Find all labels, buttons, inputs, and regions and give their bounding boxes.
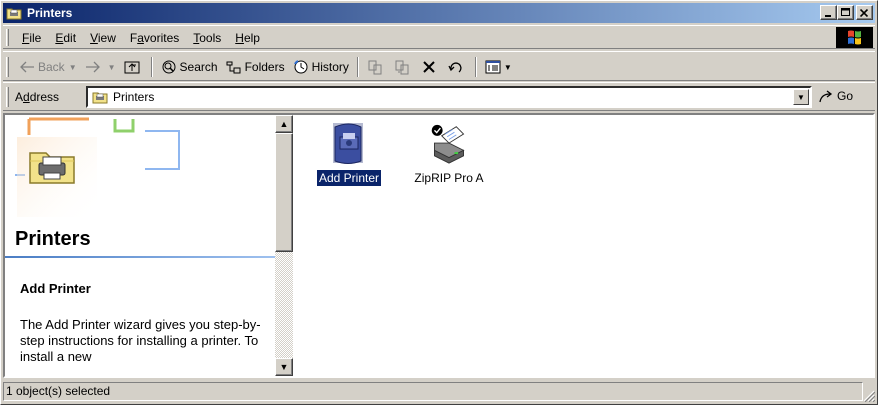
maximize-button[interactable] <box>837 5 854 20</box>
menu-file[interactable]: File <box>15 30 48 46</box>
back-button[interactable]: Back ▼ <box>15 56 81 78</box>
pane-title-rule <box>5 256 275 258</box>
caption-buttons <box>820 5 873 20</box>
maximize-icon <box>838 6 853 19</box>
item-ziprip-pro-a[interactable]: ZipRIP Pro A <box>403 121 495 186</box>
scroll-down-button[interactable]: ▼ <box>275 358 293 376</box>
menu-favorites[interactable]: Favorites <box>123 30 186 46</box>
move-to-icon <box>367 59 383 75</box>
item-add-printer[interactable]: Add Printer <box>303 121 395 187</box>
back-dropdown-icon[interactable]: ▼ <box>69 63 77 72</box>
title-bar[interactable]: Printers <box>3 3 875 23</box>
printers-folder-icon <box>6 5 22 21</box>
scroll-down-icon: ▼ <box>279 362 289 372</box>
search-button[interactable]: Search <box>157 56 222 78</box>
printer-icon <box>429 121 469 167</box>
addressbar-grip[interactable] <box>6 87 9 107</box>
menu-items: File Edit View Favorites Tools Help <box>15 30 267 46</box>
address-dropdown-button[interactable]: ▼ <box>793 89 809 105</box>
back-label: Back <box>38 60 65 74</box>
go-label: Go <box>837 89 854 103</box>
address-bar: Address Printers ▼ Go <box>3 82 875 111</box>
undo-icon <box>448 59 464 75</box>
status-text: 1 object(s) selected <box>3 382 863 401</box>
scroll-up-button[interactable]: ▲ <box>275 115 293 133</box>
up-folder-icon <box>124 59 140 75</box>
search-label: Search <box>179 60 218 74</box>
folder-items-view[interactable]: Add Printer ZipRIP Pro A <box>295 115 873 376</box>
go-button[interactable]: Go <box>818 88 853 104</box>
menu-help[interactable]: Help <box>228 30 267 46</box>
menu-edit[interactable]: Edit <box>48 30 83 46</box>
status-bar: 1 object(s) selected <box>3 380 876 403</box>
undo-button[interactable] <box>444 56 471 78</box>
toolbar-separator <box>356 57 359 77</box>
delete-icon <box>421 59 437 75</box>
history-button[interactable]: History <box>289 56 353 78</box>
content-area: Printers Add Printer The Add Printer wiz… <box>3 113 875 378</box>
up-folder-button[interactable] <box>120 56 147 78</box>
close-icon <box>857 6 872 19</box>
scroll-up-icon: ▲ <box>279 119 289 129</box>
minimize-icon <box>821 6 836 19</box>
scroll-thumb[interactable] <box>275 133 293 252</box>
history-label: History <box>311 60 349 74</box>
forward-button[interactable]: ▼ <box>81 56 120 78</box>
folders-label: Folders <box>244 60 285 74</box>
pane-vertical-scrollbar[interactable]: ▲ ▼ <box>275 115 293 376</box>
folders-icon <box>226 59 242 75</box>
printers-folder-large-icon <box>27 141 77 190</box>
selection-description: The Add Printer wizard gives you step-by… <box>20 317 261 364</box>
copy-to-button[interactable] <box>390 56 417 78</box>
item-label: Add Printer <box>315 169 383 187</box>
search-icon <box>161 59 177 75</box>
menu-view[interactable]: View <box>83 30 123 46</box>
standard-toolbar: Back ▼ ▼ Search Folders History ▼ <box>3 51 875 81</box>
forward-arrow-icon <box>85 59 101 75</box>
views-button[interactable]: ▼ <box>481 56 516 78</box>
toolbar-grip[interactable] <box>6 57 9 77</box>
windows-logo-icon <box>836 27 873 48</box>
explorer-window: Printers File Edit View Favorites Tools … <box>0 0 878 405</box>
chevron-down-icon: ▼ <box>797 92 805 102</box>
web-view-pane: Printers Add Printer The Add Printer wiz… <box>5 115 275 376</box>
item-label: ZipRIP Pro A <box>414 171 484 185</box>
address-label: Address <box>15 90 60 104</box>
minimize-button[interactable] <box>820 5 837 20</box>
forward-dropdown-icon[interactable]: ▼ <box>108 63 116 72</box>
folders-button[interactable]: Folders <box>222 56 289 78</box>
history-icon <box>293 59 309 75</box>
close-button[interactable] <box>856 5 873 20</box>
toolbar-separator <box>474 57 477 77</box>
printers-folder-icon <box>92 89 108 105</box>
back-arrow-icon <box>19 59 35 75</box>
views-icon <box>485 59 501 75</box>
menu-tools[interactable]: Tools <box>186 30 228 46</box>
delete-button[interactable] <box>417 56 444 78</box>
add-printer-icon <box>329 121 369 167</box>
menu-bar: File Edit View Favorites Tools Help <box>3 25 875 49</box>
toolbar-separator <box>150 57 153 77</box>
move-to-button[interactable] <box>363 56 390 78</box>
go-arrow-icon <box>818 88 834 104</box>
copy-to-icon <box>394 59 410 75</box>
pane-title: Printers <box>15 228 91 250</box>
folder-banner-graphic <box>5 115 275 225</box>
toolbar-items: Back ▼ ▼ Search Folders History ▼ <box>15 56 516 78</box>
address-value: Printers <box>113 90 155 104</box>
menubar-grip[interactable] <box>6 29 9 46</box>
window-title: Printers <box>27 6 73 20</box>
views-dropdown-icon[interactable]: ▼ <box>504 63 512 72</box>
resize-grip-icon[interactable] <box>863 390 876 403</box>
selection-name: Add Printer <box>20 281 91 296</box>
address-combobox[interactable]: Printers ▼ <box>86 86 812 108</box>
